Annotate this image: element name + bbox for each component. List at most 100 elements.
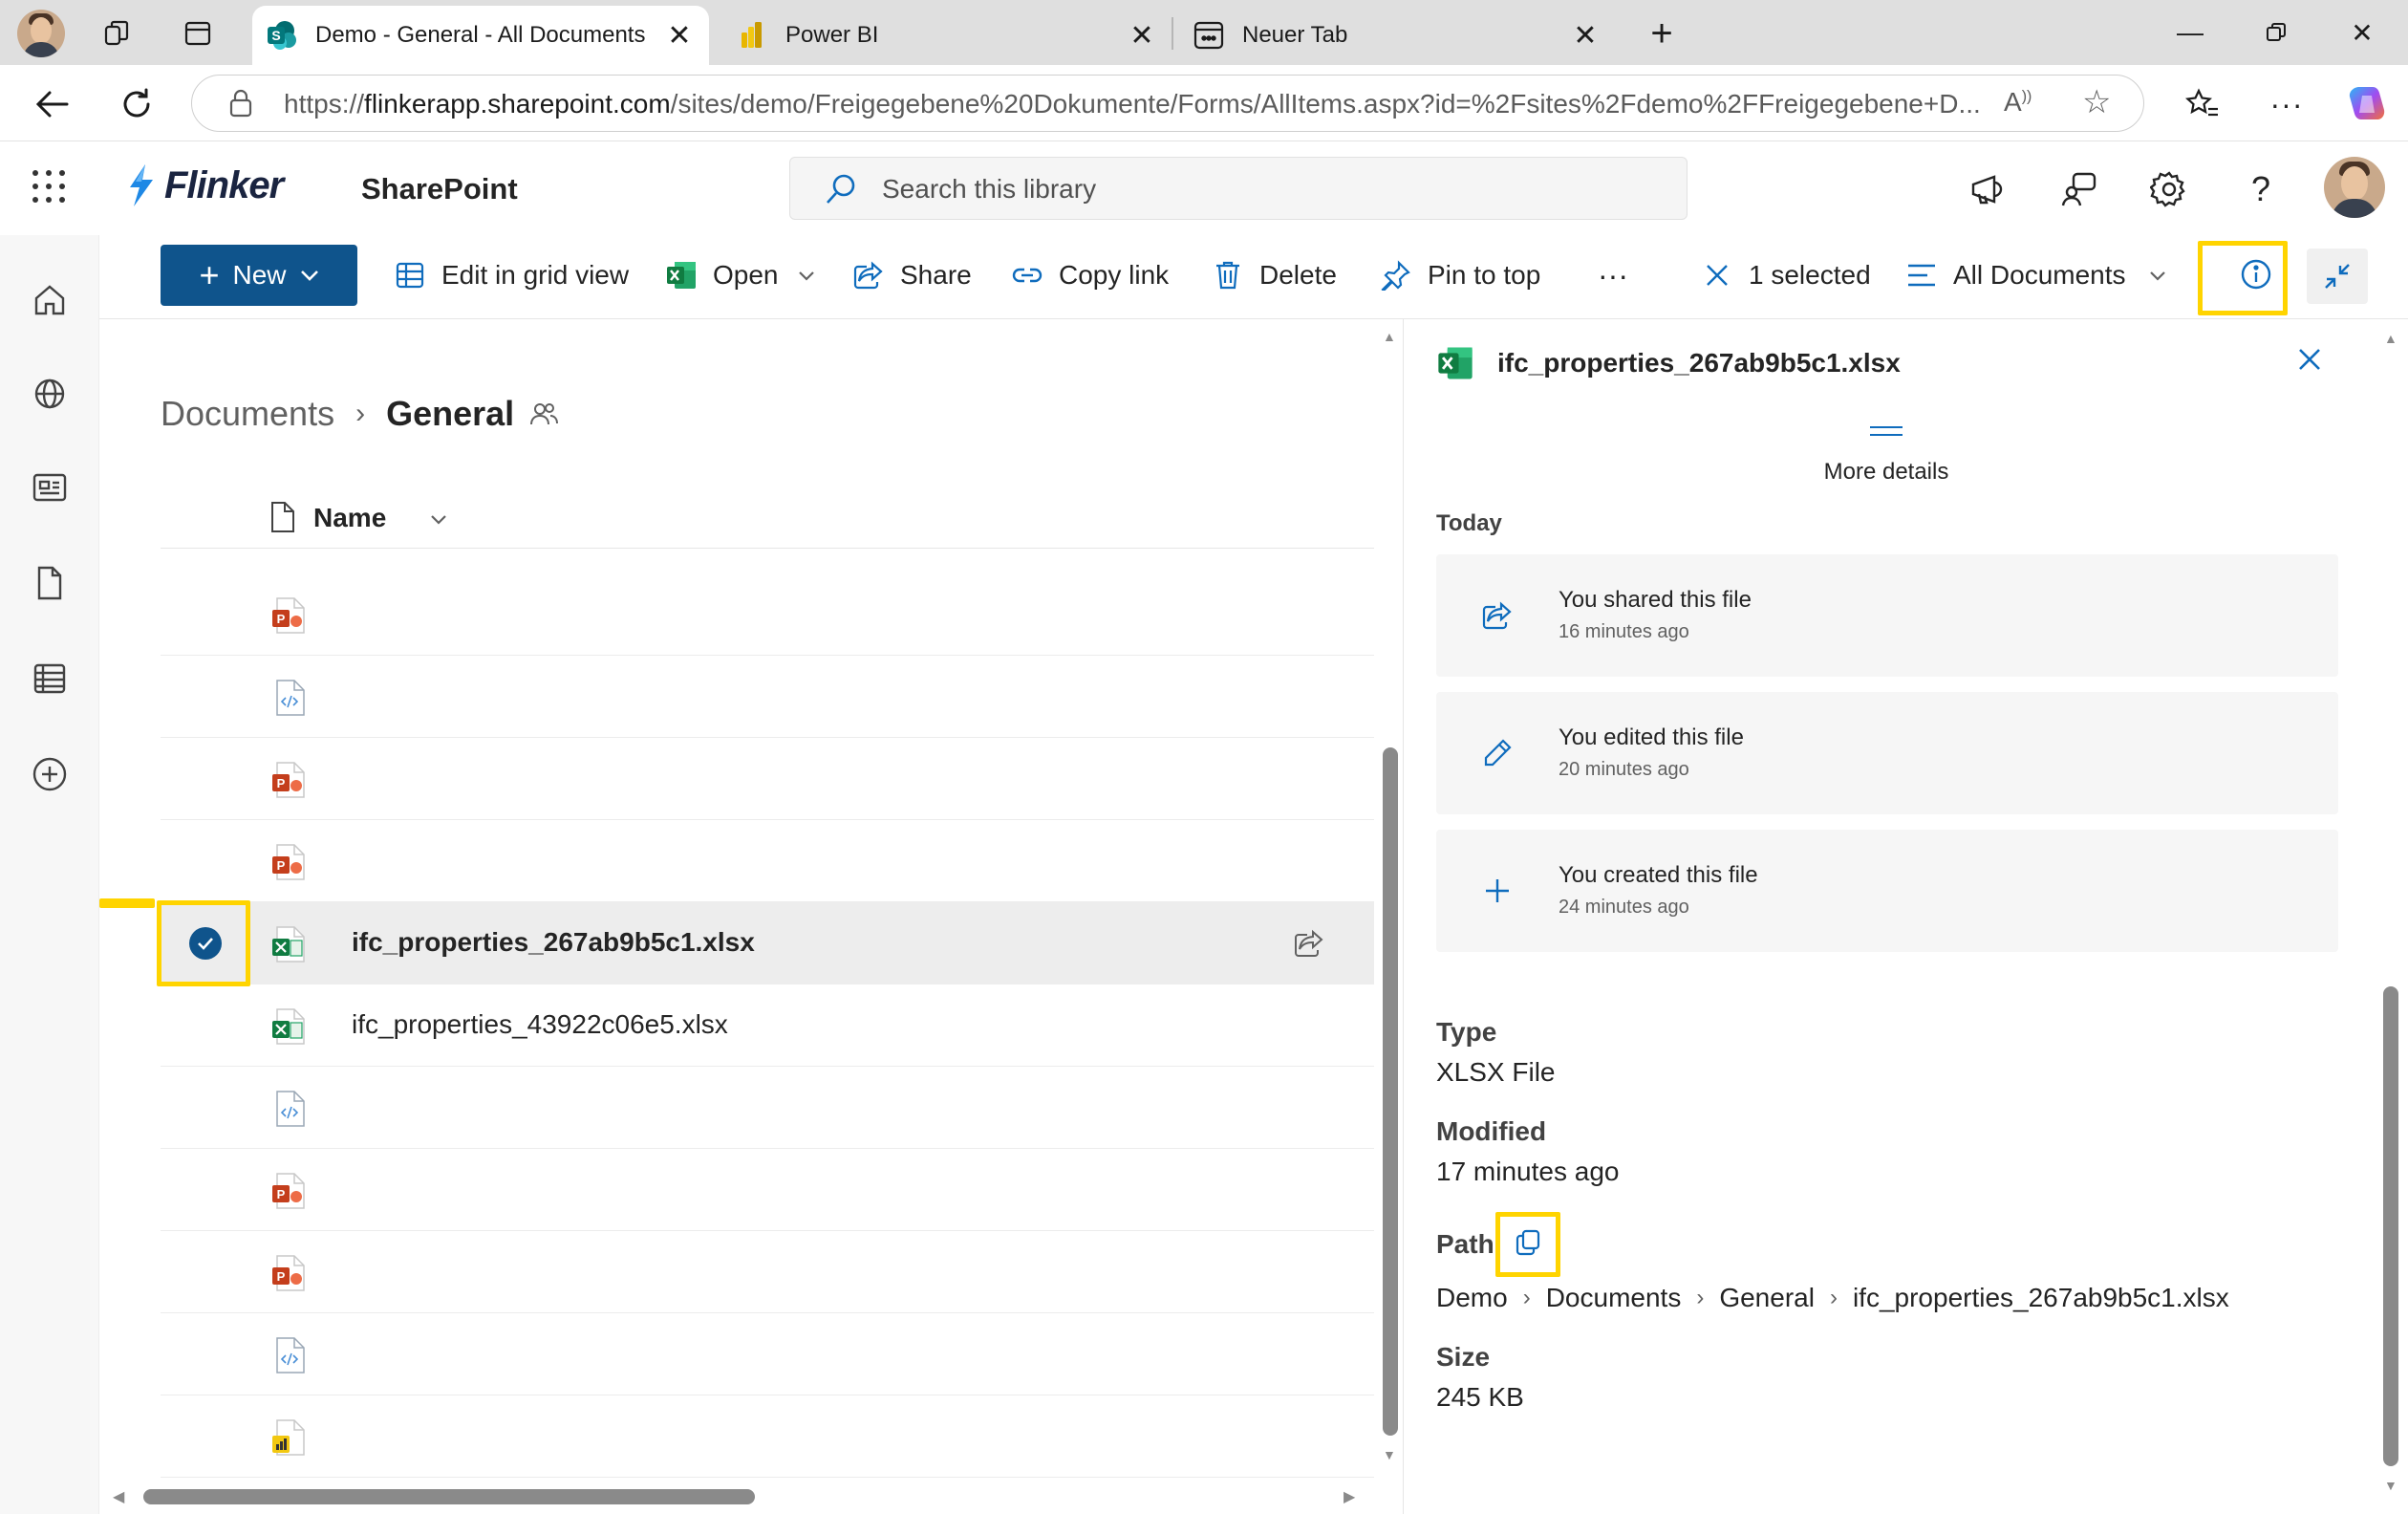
settings-more-icon[interactable]: ··· <box>2263 80 2311 128</box>
name-column-header[interactable]: Name <box>313 503 386 533</box>
activity-time: 24 minutes ago <box>1559 897 1689 918</box>
copy-link-button[interactable]: Copy link <box>1011 245 1169 306</box>
brand-logo[interactable]: Flinker <box>124 162 284 208</box>
scroll-down-arrow-icon[interactable]: ▼ <box>2384 1478 2397 1493</box>
scroll-thumb[interactable] <box>2383 986 2398 1466</box>
path-segment[interactable]: ifc_properties_267ab9b5c1.xlsx <box>1853 1283 2229 1313</box>
lists-icon[interactable] <box>31 660 69 698</box>
clear-selection-button[interactable]: 1 selected <box>1701 245 1871 306</box>
open-button[interactable]: Open <box>665 245 815 306</box>
tab-power-bi[interactable]: Power BI ✕ <box>722 6 1172 65</box>
copilot-icon[interactable] <box>2343 80 2391 128</box>
path-chevron-icon: › <box>1829 1285 1838 1310</box>
list-vertical-scrollbar[interactable]: ▲ ▼ <box>1378 319 1403 1476</box>
table-row[interactable]: ifc_properties_43922c06e5.xlsx <box>161 984 1374 1067</box>
scroll-right-arrow-icon[interactable]: ▶ <box>1344 1487 1355 1506</box>
favorite-star-icon[interactable]: ☆ <box>2082 83 2111 121</box>
settings-gear-icon[interactable] <box>2148 168 2190 210</box>
details-vertical-scrollbar[interactable]: ▲ ▼ <box>2376 319 2405 1514</box>
workspaces-icon[interactable] <box>101 17 134 50</box>
browser-profile-avatar[interactable] <box>17 10 65 57</box>
activity-card[interactable]: You shared this file 16 minutes ago <box>1436 554 2338 677</box>
activity-title: You edited this file <box>1559 725 1744 750</box>
table-row[interactable]: P <box>161 1231 1374 1313</box>
refresh-icon[interactable] <box>113 80 161 128</box>
tab-actions-icon[interactable] <box>182 17 214 50</box>
user-avatar[interactable] <box>2324 157 2385 218</box>
table-row[interactable]: P <box>161 738 1374 820</box>
scroll-thumb[interactable] <box>1383 747 1398 1436</box>
minimize-window-icon[interactable]: — <box>2161 10 2219 55</box>
flinker-bolt-icon <box>130 164 153 206</box>
scroll-up-arrow-icon[interactable]: ▲ <box>2384 331 2397 346</box>
app-launcher-icon[interactable] <box>32 170 67 205</box>
tab-demo-general[interactable]: S Demo - General - All Documents ✕ <box>252 6 709 65</box>
new-tab-plus-icon[interactable]: + <box>1645 12 1678 54</box>
announcement-megaphone-icon[interactable] <box>1967 168 2009 210</box>
table-row[interactable] <box>161 1067 1374 1149</box>
shared-people-icon[interactable] <box>529 400 559 428</box>
details-file-name: ifc_properties_267ab9b5c1.xlsx <box>1497 348 1901 378</box>
more-details-link[interactable]: More details <box>1404 459 2369 486</box>
table-row[interactable]: P <box>161 820 1374 902</box>
close-window-icon[interactable]: ✕ <box>2333 10 2391 55</box>
activity-card[interactable]: You edited this file 20 minutes ago <box>1436 692 2338 814</box>
table-row[interactable] <box>161 1313 1374 1395</box>
path-segment[interactable]: Demo <box>1436 1283 1508 1313</box>
url-host: flinkerapp.sharepoint.com <box>364 89 671 119</box>
file-name[interactable]: ifc_properties_43922c06e5.xlsx <box>352 1009 728 1040</box>
list-horizontal-scrollbar[interactable]: ◀ ▶ <box>99 1476 1403 1514</box>
new-button[interactable]: + New <box>161 245 357 306</box>
globe-icon[interactable] <box>31 375 69 413</box>
breadcrumb-general[interactable]: General <box>386 394 514 434</box>
lock-icon[interactable] <box>228 89 253 118</box>
delete-button[interactable]: Delete <box>1212 245 1337 306</box>
collapse-button[interactable] <box>2307 249 2368 304</box>
scroll-thumb[interactable] <box>143 1489 755 1504</box>
drag-handle-icon[interactable] <box>1870 426 1903 436</box>
path-segment[interactable]: General <box>1719 1283 1815 1313</box>
table-row[interactable] <box>161 656 1374 738</box>
close-details-icon[interactable] <box>2290 340 2329 378</box>
svg-text:S: S <box>271 28 280 43</box>
files-document-icon[interactable] <box>31 564 69 602</box>
news-icon[interactable] <box>31 468 69 507</box>
favorites-icon[interactable] <box>2179 80 2226 128</box>
chat-feedback-icon[interactable] <box>2058 168 2100 210</box>
tab-new-tab[interactable]: Neuer Tab ✕ <box>1179 6 1615 65</box>
breadcrumb-documents[interactable]: Documents <box>161 394 334 434</box>
close-tab-icon[interactable]: ✕ <box>1569 19 1602 53</box>
table-row[interactable]: ifc_properties_267ab9b5c1.xlsx <box>157 900 1374 986</box>
search-box[interactable]: Search this library <box>789 157 1688 220</box>
modified-label: Modified <box>1436 1116 1547 1146</box>
table-row[interactable]: P <box>161 1149 1374 1231</box>
edit-in-grid-view-button[interactable]: Edit in grid view <box>394 245 629 306</box>
pin-icon <box>1380 259 1412 292</box>
address-bar[interactable]: https://flinkerapp.sharepoint.com/sites/… <box>191 75 2144 132</box>
table-row[interactable] <box>161 1395 1374 1478</box>
table-row[interactable]: P <box>161 573 1374 656</box>
back-arrow-icon[interactable] <box>29 80 76 128</box>
scroll-up-arrow-icon[interactable]: ▲ <box>1383 329 1396 344</box>
home-icon[interactable] <box>31 281 69 319</box>
scroll-left-arrow-icon[interactable]: ◀ <box>113 1487 124 1506</box>
file-name[interactable]: ifc_properties_267ab9b5c1.xlsx <box>352 927 755 958</box>
site-name[interactable]: SharePoint <box>361 172 518 206</box>
share-row-icon[interactable] <box>1294 929 1324 958</box>
file-type-header-icon[interactable] <box>269 501 296 533</box>
help-question-icon[interactable]: ? <box>2240 168 2282 210</box>
share-button[interactable]: Share <box>852 245 972 306</box>
view-switcher-button[interactable]: All Documents <box>1905 245 2166 306</box>
activity-card[interactable]: You created this file 24 minutes ago <box>1436 830 2338 952</box>
scroll-down-arrow-icon[interactable]: ▼ <box>1383 1447 1396 1462</box>
restore-window-icon[interactable] <box>2247 10 2305 55</box>
close-tab-icon[interactable]: ✕ <box>1126 19 1158 53</box>
more-commands-button[interactable]: ··· <box>1598 245 1628 306</box>
create-plus-icon[interactable] <box>31 755 69 793</box>
read-aloud-icon[interactable]: A)) <box>2004 87 2032 118</box>
path-segment[interactable]: Documents <box>1546 1283 1682 1313</box>
pin-to-top-button[interactable]: Pin to top <box>1380 245 1540 306</box>
highlight-box <box>2198 241 2288 315</box>
chevron-down-icon[interactable] <box>430 514 447 525</box>
close-tab-icon[interactable]: ✕ <box>663 19 696 53</box>
